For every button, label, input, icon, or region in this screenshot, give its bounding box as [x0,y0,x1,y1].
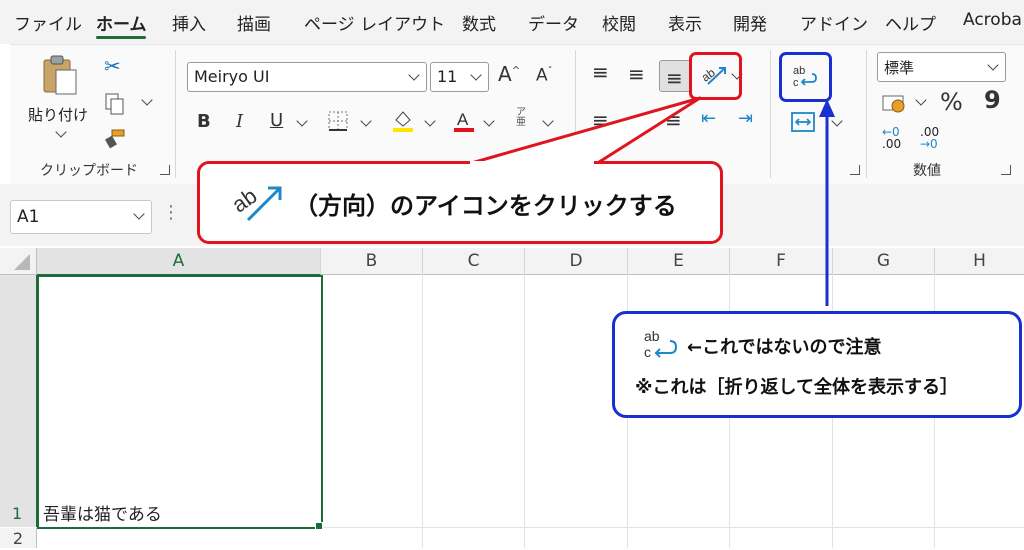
blue-arrow-head [819,99,835,117]
orientation-callout-text: （方向）のアイコンをクリックする [294,192,677,220]
callout-seam [470,161,594,165]
orientation-icon: ab [228,183,282,222]
wrap-text-callout: ab c ←これではないので注意 ※これは［折り返して全体を表示する］ [612,311,1022,418]
red-callout-tail [466,96,702,166]
svg-text:c: c [644,344,651,360]
orientation-callout: ab （方向）のアイコンをクリックする [197,161,723,244]
wrap-text-callout-line1: ←これではないので注意 [687,337,882,358]
wrap-text-icon: ab c [644,328,678,360]
svg-text:ab: ab [644,328,660,344]
callout-pointers [466,96,835,306]
wrap-text-callout-line2: ※これは［折り返して全体を表示する］ [635,377,958,398]
